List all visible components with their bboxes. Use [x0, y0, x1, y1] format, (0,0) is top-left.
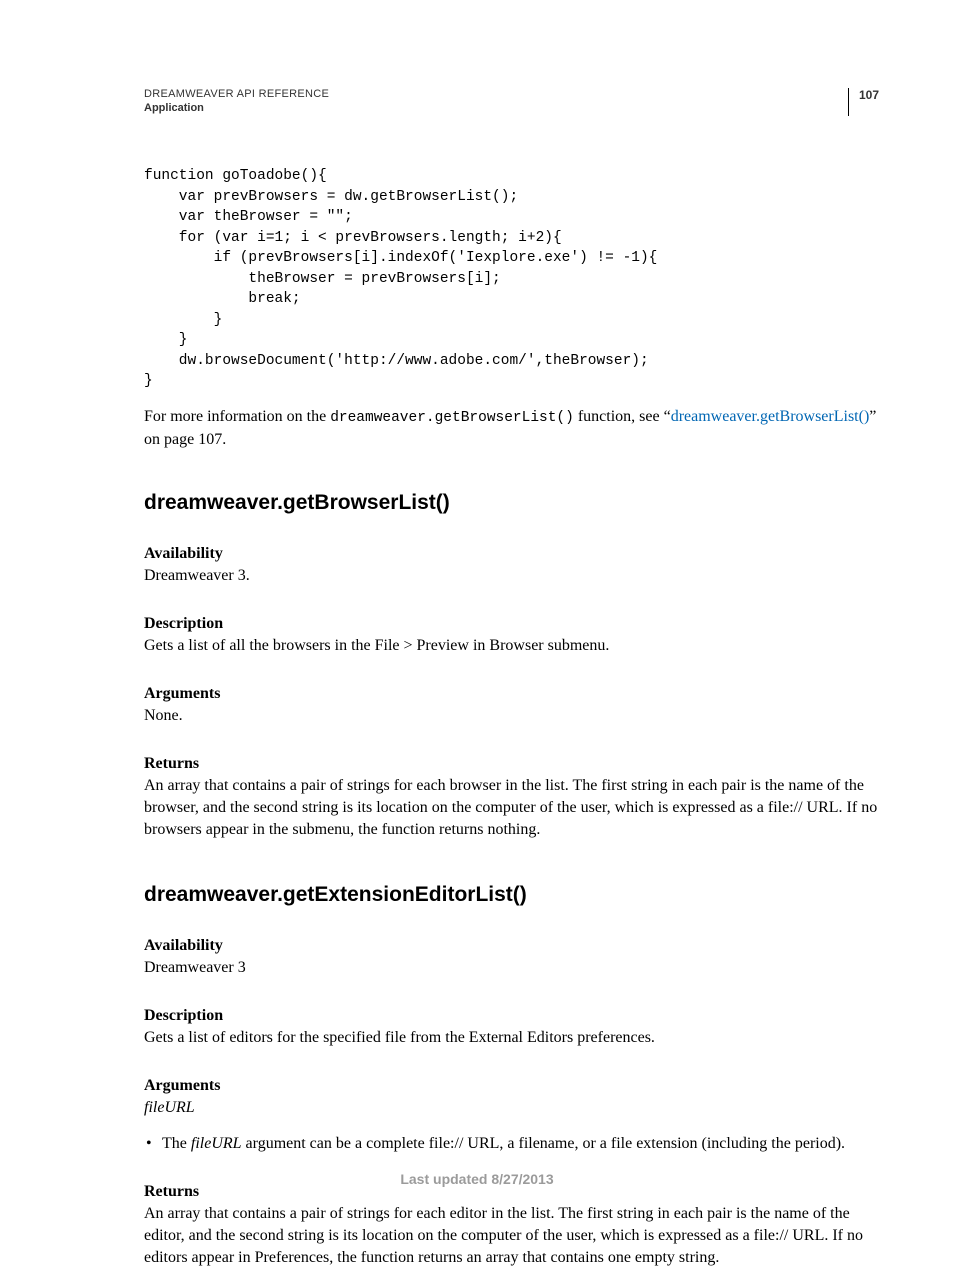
availability-text: Dreamweaver 3: [144, 957, 879, 979]
availability-label: Availability: [144, 937, 879, 955]
arguments-label: Arguments: [144, 685, 879, 703]
api-heading-getbrowserlist: dreamweaver.getBrowserList(): [144, 491, 879, 515]
page-number-rule: [848, 88, 849, 116]
bullet-em: fileURL: [191, 1135, 242, 1152]
api-heading-getextensioneditorlist: dreamweaver.getExtensionEditorList(): [144, 883, 879, 907]
arguments-text: None.: [144, 705, 879, 727]
availability-label: Availability: [144, 545, 879, 563]
description-text: Gets a list of editors for the specified…: [144, 1027, 879, 1049]
page-content: DREAMWEAVER API REFERENCE Application 10…: [0, 0, 954, 1269]
para-text: function, see “: [574, 408, 671, 425]
list-item: The fileURL argument can be a complete f…: [162, 1133, 879, 1155]
inline-code: dreamweaver.getBrowserList(): [330, 410, 574, 426]
returns-text: An array that contains a pair of strings…: [144, 1203, 879, 1269]
returns-label: Returns: [144, 755, 879, 773]
bullet-text: argument can be a complete file:// URL, …: [242, 1135, 846, 1152]
running-header: DREAMWEAVER API REFERENCE Application 10…: [144, 88, 879, 116]
bullet-text: The: [162, 1135, 191, 1152]
cross-reference-link[interactable]: dreamweaver.getBrowserList(): [671, 408, 870, 425]
code-block: function goToadobe(){ var prevBrowsers =…: [144, 166, 879, 392]
page-footer: Last updated 8/27/2013: [0, 1171, 954, 1187]
description-label: Description: [144, 615, 879, 633]
doc-section: Application: [144, 102, 848, 114]
description-text: Gets a list of all the browsers in the F…: [144, 635, 879, 657]
page-number: 107: [859, 88, 879, 116]
body-paragraph: For more information on the dreamweaver.…: [144, 406, 879, 451]
arguments-label: Arguments: [144, 1077, 879, 1095]
argument-list: The fileURL argument can be a complete f…: [144, 1133, 879, 1155]
description-label: Description: [144, 1007, 879, 1025]
para-text: For more information on the: [144, 408, 330, 425]
header-left: DREAMWEAVER API REFERENCE Application: [144, 88, 848, 114]
arguments-text: fileURL: [144, 1097, 879, 1119]
doc-title: DREAMWEAVER API REFERENCE: [144, 88, 848, 100]
availability-text: Dreamweaver 3.: [144, 565, 879, 587]
page-number-wrap: 107: [848, 88, 879, 116]
returns-text: An array that contains a pair of strings…: [144, 775, 879, 841]
